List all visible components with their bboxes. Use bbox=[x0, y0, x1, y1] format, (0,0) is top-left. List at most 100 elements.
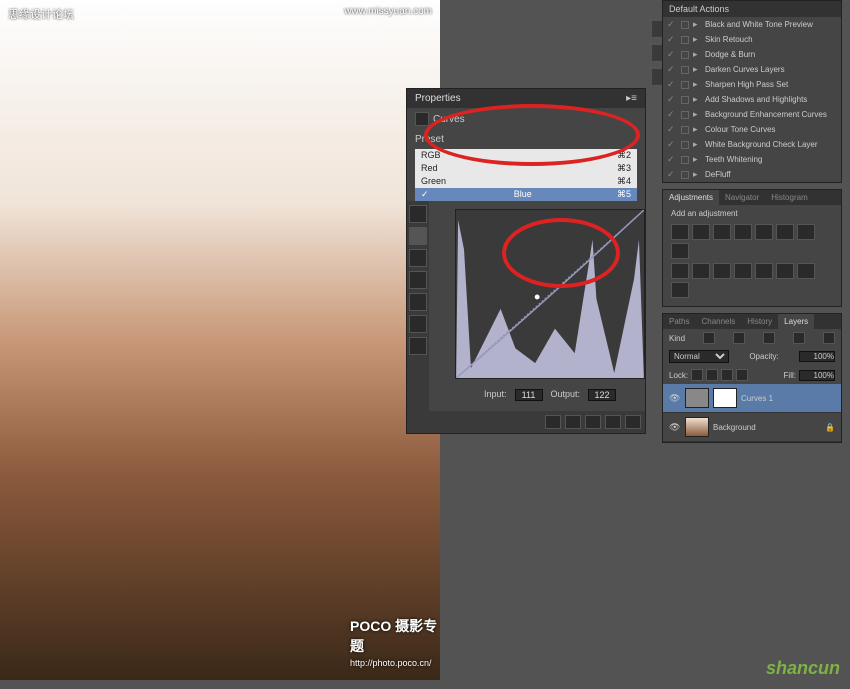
adjustment-type: Curves bbox=[433, 114, 465, 125]
opacity-label: Opacity: bbox=[749, 352, 778, 361]
watermark-top-right: www.missyuan.com bbox=[344, 6, 432, 17]
color-lookup-icon[interactable] bbox=[713, 263, 731, 279]
blend-mode-select[interactable]: Normal bbox=[669, 350, 729, 363]
reset-icon[interactable] bbox=[585, 415, 601, 429]
visibility-icon[interactable] bbox=[605, 415, 621, 429]
selective-color-icon[interactable] bbox=[671, 282, 689, 298]
invert-icon[interactable] bbox=[734, 263, 752, 279]
action-row[interactable]: ✓▸Sharpen High Pass Set bbox=[663, 77, 841, 92]
action-row[interactable]: ✓▸Darken Curves Layers bbox=[663, 62, 841, 77]
action-row[interactable]: ✓▸DeFluff bbox=[663, 167, 841, 182]
filter-shape-icon[interactable] bbox=[793, 332, 805, 344]
layer-background[interactable]: 👁 Background 🔒 bbox=[663, 413, 841, 442]
channel-dropdown[interactable]: RGB⌘2 Red⌘3 Green⌘4 ✓ Blue⌘5 bbox=[415, 149, 637, 201]
eye-icon[interactable]: 👁 bbox=[669, 393, 681, 403]
view-previous-icon[interactable] bbox=[565, 415, 581, 429]
add-adjustment-label: Add an adjustment bbox=[663, 205, 841, 222]
eyedropper-black-icon[interactable] bbox=[409, 293, 427, 311]
action-row[interactable]: ✓▸Colour Tone Curves bbox=[663, 122, 841, 137]
tab-histogram[interactable]: Histogram bbox=[765, 190, 813, 205]
eye-icon[interactable]: 👁 bbox=[669, 422, 681, 432]
filter-type-icon[interactable] bbox=[763, 332, 775, 344]
filter-smart-icon[interactable] bbox=[823, 332, 835, 344]
action-row[interactable]: ✓▸Add Shadows and Highlights bbox=[663, 92, 841, 107]
action-row[interactable]: ✓▸Skin Retouch bbox=[663, 32, 841, 47]
adjustment-icons-row1 bbox=[663, 222, 841, 261]
kind-label: Kind bbox=[669, 334, 685, 343]
hue-icon[interactable] bbox=[776, 224, 794, 240]
right-panels: Default Actions ✓▸Black and White Tone P… bbox=[662, 0, 842, 443]
actions-title: Default Actions bbox=[669, 4, 729, 14]
output-label: Output: bbox=[551, 389, 581, 401]
tab-channels[interactable]: Channels bbox=[695, 314, 741, 329]
action-row[interactable]: ✓▸White Background Check Layer bbox=[663, 137, 841, 152]
properties-footer bbox=[407, 411, 645, 433]
channel-mixer-icon[interactable] bbox=[692, 263, 710, 279]
tab-history[interactable]: History bbox=[741, 314, 778, 329]
lock-transparency-icon[interactable] bbox=[691, 369, 703, 381]
brightness-icon[interactable] bbox=[671, 224, 689, 240]
properties-panel: Properties ▸≡ Curves Preset RGB⌘2 Red⌘3 … bbox=[406, 88, 646, 434]
adjustments-panel: Adjustments Navigator Histogram Add an a… bbox=[662, 189, 842, 307]
hand-tool-icon[interactable] bbox=[409, 205, 427, 223]
lock-fill-row: Lock: Fill: bbox=[663, 366, 841, 384]
tab-navigator[interactable]: Navigator bbox=[719, 190, 765, 205]
levels-icon[interactable] bbox=[692, 224, 710, 240]
action-row[interactable]: ✓▸Teeth Whitening bbox=[663, 152, 841, 167]
channel-green[interactable]: Green⌘4 bbox=[415, 175, 637, 188]
tab-layers[interactable]: Layers bbox=[778, 314, 814, 329]
blend-opacity-row: Normal Opacity: bbox=[663, 347, 841, 366]
photo-filter-icon[interactable] bbox=[671, 263, 689, 279]
bw-icon[interactable] bbox=[671, 243, 689, 259]
exposure-icon[interactable] bbox=[734, 224, 752, 240]
action-row[interactable]: ✓▸Black and White Tone Preview bbox=[663, 17, 841, 32]
lock-icon: 🔒 bbox=[825, 423, 835, 432]
lock-pixels-icon[interactable] bbox=[706, 369, 718, 381]
tab-adjustments[interactable]: Adjustments bbox=[663, 190, 719, 205]
layer-curves1[interactable]: 👁 Curves 1 bbox=[663, 384, 841, 413]
fill-input[interactable] bbox=[799, 370, 835, 381]
lock-all-icon[interactable] bbox=[736, 369, 748, 381]
panel-menu-icon[interactable]: ▸≡ bbox=[626, 93, 637, 104]
pencil-tool-icon[interactable] bbox=[409, 249, 427, 267]
properties-tab[interactable]: Properties bbox=[415, 93, 461, 104]
color-balance-icon[interactable] bbox=[797, 224, 815, 240]
filter-adj-icon[interactable] bbox=[733, 332, 745, 344]
delete-icon[interactable] bbox=[625, 415, 641, 429]
layer-name[interactable]: Curves 1 bbox=[741, 394, 835, 403]
eyedropper-gray-icon[interactable] bbox=[409, 315, 427, 333]
layer-mask[interactable] bbox=[713, 388, 737, 408]
curves-tools bbox=[407, 201, 429, 411]
curves-type-row: Curves bbox=[407, 108, 645, 130]
channel-rgb[interactable]: RGB⌘2 bbox=[415, 149, 637, 162]
channel-blue[interactable]: ✓ Blue⌘5 bbox=[415, 188, 637, 201]
point-tool-icon[interactable] bbox=[409, 227, 427, 245]
curves-adj-icon[interactable] bbox=[713, 224, 731, 240]
input-label: Input: bbox=[484, 389, 507, 401]
smooth-tool-icon[interactable] bbox=[409, 271, 427, 289]
layer-name[interactable]: Background bbox=[713, 423, 821, 432]
curves-graph-area: Input: Output: bbox=[451, 201, 649, 411]
input-value[interactable] bbox=[515, 389, 543, 401]
posterize-icon[interactable] bbox=[755, 263, 773, 279]
lock-position-icon[interactable] bbox=[721, 369, 733, 381]
action-row[interactable]: ✓▸Background Enhancement Curves bbox=[663, 107, 841, 122]
canvas-area[interactable]: 思缘设计论坛 www.missyuan.com POCO 摄影专题 http:/… bbox=[0, 0, 440, 680]
vibrance-icon[interactable] bbox=[755, 224, 773, 240]
channel-red[interactable]: Red⌘3 bbox=[415, 162, 637, 175]
curves-histogram[interactable] bbox=[455, 209, 645, 379]
fill-label: Fill: bbox=[784, 371, 796, 380]
tab-paths[interactable]: Paths bbox=[663, 314, 695, 329]
output-value[interactable] bbox=[588, 389, 616, 401]
layer-thumb-bg[interactable] bbox=[685, 417, 709, 437]
filter-pixel-icon[interactable] bbox=[703, 332, 715, 344]
clip-icon[interactable] bbox=[545, 415, 561, 429]
opacity-input[interactable] bbox=[799, 351, 835, 362]
action-row[interactable]: ✓▸Dodge & Burn bbox=[663, 47, 841, 62]
gradient-map-icon[interactable] bbox=[797, 263, 815, 279]
watermark-poco: POCO 摄影专题 bbox=[350, 616, 440, 656]
layer-thumb-curves[interactable] bbox=[685, 388, 709, 408]
threshold-icon[interactable] bbox=[776, 263, 794, 279]
eyedropper-white-icon[interactable] bbox=[409, 337, 427, 355]
watermark-poco-url: http://photo.poco.cn/ bbox=[350, 658, 432, 668]
